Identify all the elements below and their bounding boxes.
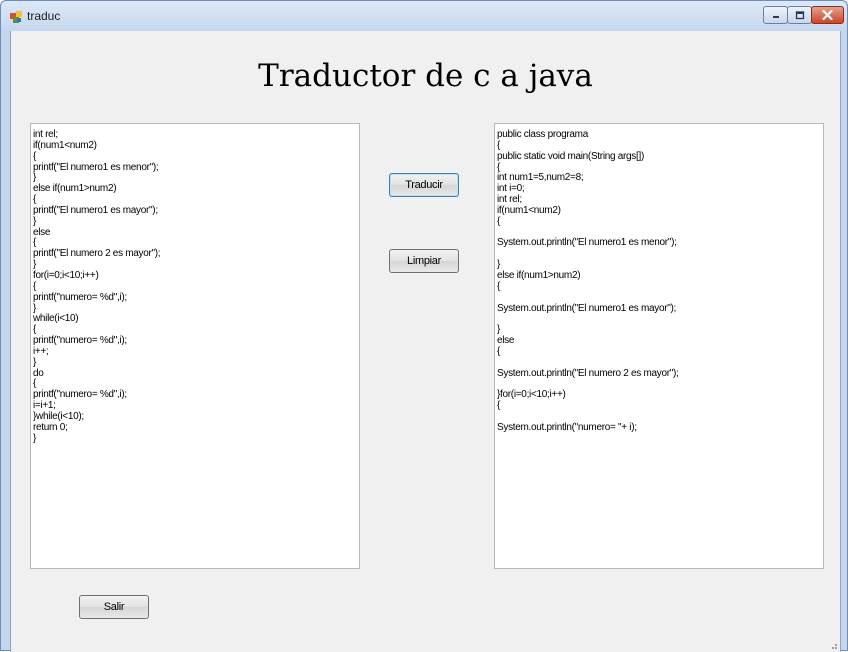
close-button[interactable] [811,6,844,24]
clear-button[interactable]: Limpiar [389,249,459,273]
window-title: traduc [27,9,61,23]
translate-button[interactable]: Traducir [389,173,459,197]
close-icon [822,10,833,20]
resize-grip-icon[interactable] [828,640,838,650]
maximize-button[interactable] [787,6,812,24]
c-code-input[interactable]: int rel; if(num1<num2) { printf("El nume… [30,123,360,569]
page-title: Traductor de c a java [258,58,593,94]
java-code-output[interactable]: public class programa { public static vo… [494,123,824,569]
minimize-icon [772,16,779,18]
exit-button[interactable]: Salir [79,595,149,619]
minimize-button[interactable] [763,6,788,24]
app-window: traduc Traductor de c a java int rel; if… [0,0,848,652]
c-code-text: int rel; if(num1<num2) { printf("El nume… [33,129,161,444]
form-client-area: Traductor de c a java int rel; if(num1<n… [10,31,841,652]
windows-form-icon [10,11,22,23]
maximize-icon [795,10,804,19]
title-bar[interactable]: traduc [1,1,847,31]
java-code-text: public class programa { public static vo… [497,129,679,433]
